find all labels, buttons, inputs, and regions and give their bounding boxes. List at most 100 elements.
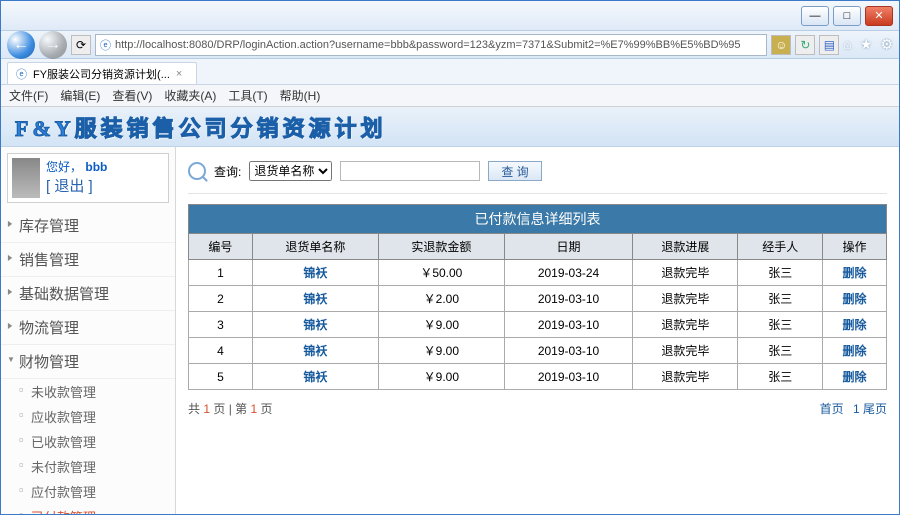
forward-button[interactable]: → [39, 31, 67, 59]
sidebar-subitem-2[interactable]: 已收款管理 [1, 429, 175, 454]
pager-last[interactable]: 1 尾页 [853, 402, 887, 416]
col-header: 操作 [823, 234, 887, 260]
cell: 4 [189, 338, 253, 364]
delete-link[interactable]: 删除 [823, 364, 887, 390]
cell: 退款完毕 [633, 338, 738, 364]
pager-first[interactable]: 首页 [820, 402, 844, 416]
sidebar-subitem-1[interactable]: 应收款管理 [1, 404, 175, 429]
cell: ￥9.00 [378, 364, 504, 390]
tab-title: FY服装公司分销资源计划(... [33, 66, 170, 82]
browser-tools: ⌂ ★ ⚙ [843, 36, 893, 53]
menu-tools[interactable]: 工具(T) [228, 87, 267, 104]
sidebar-item-4[interactable]: 财物管理 [1, 345, 175, 379]
sidebar: 您好， bbb [ 退出 ] 库存管理销售管理基础数据管理物流管理财物管理未收款… [1, 147, 176, 514]
ie-icon: ⓔ [100, 37, 111, 53]
name-link[interactable]: 锦袄 [252, 338, 378, 364]
cell: 退款完毕 [633, 312, 738, 338]
main-panel: 查询: 退货单名称 查 询 已付款信息详细列表 编号退货单名称实退款金额日期退款… [176, 147, 899, 514]
sidebar-item-0[interactable]: 库存管理 [1, 209, 175, 243]
name-link[interactable]: 锦袄 [252, 260, 378, 286]
sidebar-subitem-0[interactable]: 未收款管理 [1, 379, 175, 404]
close-button[interactable]: ✕ [865, 6, 893, 26]
cell: 5 [189, 364, 253, 390]
name-link[interactable]: 锦袄 [252, 286, 378, 312]
table-row: 4锦袄￥9.002019-03-10退款完毕张三删除 [189, 338, 887, 364]
table-row: 1锦袄￥50.002019-03-24退款完毕张三删除 [189, 260, 887, 286]
delete-link[interactable]: 删除 [823, 286, 887, 312]
compat-icon[interactable]: ☺ [771, 35, 791, 55]
menu-file[interactable]: 文件(F) [9, 87, 48, 104]
col-header: 日期 [504, 234, 632, 260]
banner-text: F&Y服装销售公司分销资源计划 [15, 111, 387, 143]
cell: 张三 [738, 312, 823, 338]
dev-icon[interactable]: ▤ [819, 35, 839, 55]
cell: 张三 [738, 260, 823, 286]
table-caption: 已付款信息详细列表 [188, 204, 887, 233]
address-bar[interactable]: ⓔ http://localhost:8080/DRP/loginAction.… [95, 34, 767, 56]
sidebar-subitem-3[interactable]: 未付款管理 [1, 454, 175, 479]
search-field-select[interactable]: 退货单名称 [249, 161, 332, 181]
table-row: 3锦袄￥9.002019-03-10退款完毕张三删除 [189, 312, 887, 338]
user-box: 您好， bbb [ 退出 ] [7, 153, 169, 203]
cell: 2019-03-10 [504, 338, 632, 364]
menu-favorites[interactable]: 收藏夹(A) [164, 87, 216, 104]
refresh2-icon[interactable]: ↻ [795, 35, 815, 55]
sidebar-subitem-5[interactable]: 已付款管理 [1, 504, 175, 514]
window-titlebar: — □ ✕ [1, 1, 899, 31]
cell: 1 [189, 260, 253, 286]
name-link[interactable]: 锦袄 [252, 312, 378, 338]
sidebar-item-2[interactable]: 基础数据管理 [1, 277, 175, 311]
col-header: 退款进展 [633, 234, 738, 260]
table-row: 2锦袄￥2.002019-03-10退款完毕张三删除 [189, 286, 887, 312]
address-bar-row: ← → ⟳ ⓔ http://localhost:8080/DRP/loginA… [1, 31, 899, 59]
back-button[interactable]: ← [7, 31, 35, 59]
pager: 共 1 页 | 第 1 页 首页 1 尾页 [188, 400, 887, 417]
sidebar-subitem-4[interactable]: 应付款管理 [1, 479, 175, 504]
cell: 2019-03-10 [504, 286, 632, 312]
menu-view[interactable]: 查看(V) [112, 87, 152, 104]
browser-tab[interactable]: ⓔ FY服装公司分销资源计划(... × [7, 62, 197, 84]
tab-favicon: ⓔ [16, 66, 27, 82]
col-header: 退货单名称 [252, 234, 378, 260]
refresh-icon[interactable]: ⟳ [71, 35, 91, 55]
menu-edit[interactable]: 编辑(E) [60, 87, 100, 104]
maximize-button[interactable]: □ [833, 6, 861, 26]
cell: ￥2.00 [378, 286, 504, 312]
cell: 退款完毕 [633, 364, 738, 390]
delete-link[interactable]: 删除 [823, 338, 887, 364]
sidebar-item-1[interactable]: 销售管理 [1, 243, 175, 277]
menu-help[interactable]: 帮助(H) [280, 87, 321, 104]
favorites-icon[interactable]: ★ [860, 36, 873, 53]
paid-table: 已付款信息详细列表 编号退货单名称实退款金额日期退款进展经手人操作 1锦袄￥50… [188, 204, 887, 390]
cell: 2019-03-10 [504, 312, 632, 338]
cell: 退款完毕 [633, 286, 738, 312]
cell: 张三 [738, 338, 823, 364]
search-input[interactable] [340, 161, 480, 181]
col-header: 经手人 [738, 234, 823, 260]
search-icon [188, 162, 206, 180]
cell: ￥9.00 [378, 338, 504, 364]
url-text: http://localhost:8080/DRP/loginAction.ac… [115, 39, 741, 51]
menu-bar: 文件(F) 编辑(E) 查看(V) 收藏夹(A) 工具(T) 帮助(H) [1, 85, 899, 107]
home-icon[interactable]: ⌂ [843, 36, 851, 53]
search-row: 查询: 退货单名称 查 询 [188, 155, 887, 194]
site-banner: F&Y服装销售公司分销资源计划 [1, 107, 899, 147]
delete-link[interactable]: 删除 [823, 260, 887, 286]
nav-list: 库存管理销售管理基础数据管理物流管理财物管理未收款管理应收款管理已收款管理未付款… [1, 209, 175, 514]
search-button[interactable]: 查 询 [488, 161, 541, 181]
cell: 张三 [738, 286, 823, 312]
avatar [12, 158, 40, 198]
col-header: 编号 [189, 234, 253, 260]
search-label: 查询: [214, 163, 241, 180]
tab-strip: ⓔ FY服装公司分销资源计划(... × [1, 59, 899, 85]
tab-close-icon[interactable]: × [176, 68, 182, 80]
name-link[interactable]: 锦袄 [252, 364, 378, 390]
cell: 2019-03-24 [504, 260, 632, 286]
minimize-button[interactable]: — [801, 6, 829, 26]
cell: ￥9.00 [378, 312, 504, 338]
delete-link[interactable]: 删除 [823, 312, 887, 338]
sidebar-item-3[interactable]: 物流管理 [1, 311, 175, 345]
logout-link[interactable]: [ 退出 ] [46, 175, 107, 196]
cell: 3 [189, 312, 253, 338]
tools-icon[interactable]: ⚙ [880, 36, 893, 53]
